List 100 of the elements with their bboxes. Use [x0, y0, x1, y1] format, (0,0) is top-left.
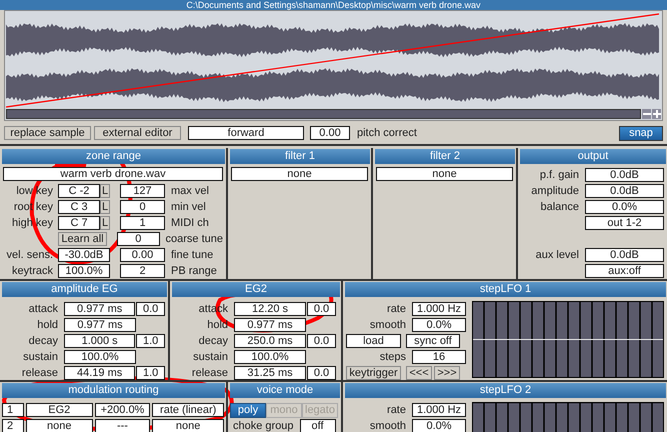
- value-field[interactable]: 0: [117, 232, 160, 246]
- value-field[interactable]: 1.000 Hz: [412, 302, 466, 316]
- value-field[interactable]: 0.0%: [585, 200, 664, 214]
- source-field[interactable]: EG2: [26, 403, 93, 417]
- playback-mode-field[interactable]: forward: [188, 126, 304, 140]
- learn-all-button[interactable]: Learn all: [58, 232, 108, 246]
- value-field[interactable]: C -2: [58, 184, 100, 198]
- pitch-label: pitch correct: [357, 127, 417, 139]
- keytrigger-button[interactable]: keytrigger: [346, 366, 401, 380]
- pitch-field[interactable]: 0.00: [310, 126, 350, 140]
- curve-field[interactable]: 1.0: [136, 334, 165, 348]
- value-field[interactable]: aux:off: [585, 264, 664, 278]
- field-label: hold: [36, 319, 58, 331]
- field-label: coarse tune: [166, 233, 223, 245]
- field-label: fine tune: [171, 249, 214, 261]
- slot-number: 2: [2, 419, 24, 432]
- zoom-out-button[interactable]: [642, 109, 651, 119]
- step-sequence-drawing[interactable]: [472, 301, 664, 378]
- panel-header: output: [520, 149, 666, 164]
- value-field[interactable]: 1.000 s: [64, 334, 136, 348]
- value-field[interactable]: 0.0dB: [585, 168, 664, 182]
- curve-field[interactable]: 0.0: [136, 302, 165, 316]
- destination-field[interactable]: rate (linear): [152, 403, 224, 417]
- field-label: MIDI ch: [171, 217, 209, 229]
- curve-field[interactable]: 0.0: [307, 366, 336, 380]
- field-label: release: [190, 367, 228, 379]
- field-label: high key: [11, 217, 53, 229]
- field-label: decay: [28, 335, 58, 347]
- value-field[interactable]: 1.000 Hz: [412, 403, 466, 417]
- value-field[interactable]: 12.20 s: [234, 302, 306, 316]
- destination-field[interactable]: none: [152, 419, 224, 432]
- sync-button[interactable]: sync off: [406, 334, 460, 348]
- plus-icon: [652, 110, 660, 118]
- panel-header: stepLFO 1: [345, 282, 666, 297]
- window-title: C:\Documents and Settings\shamann\Desktop\misc\warm verb drone.wav: [186, 0, 481, 10]
- value-field[interactable]: 0: [120, 200, 165, 214]
- amount-field[interactable]: +200.0%: [94, 403, 150, 417]
- snap-button[interactable]: snap: [619, 126, 663, 140]
- value-field[interactable]: 100.0%: [234, 350, 306, 364]
- field-label: smooth: [368, 319, 406, 331]
- curve-field[interactable]: 1.0: [136, 366, 165, 380]
- value-field[interactable]: off: [300, 419, 336, 432]
- value-field[interactable]: 1: [120, 216, 165, 230]
- value-field[interactable]: 0.977 ms: [234, 318, 306, 332]
- learn-button[interactable]: L: [100, 216, 110, 230]
- value-field[interactable]: 0.0%: [412, 318, 466, 332]
- voice-mode-tab[interactable]: poly: [230, 402, 266, 418]
- waveform-drawing[interactable]: [6, 12, 659, 108]
- zoom-in-button[interactable]: [652, 109, 661, 119]
- value-field[interactable]: 44.19 ms: [64, 366, 136, 380]
- value-field[interactable]: 100.0%: [64, 350, 136, 364]
- value-field[interactable]: 250.0 ms: [234, 334, 306, 348]
- value-field[interactable]: 0.0%: [412, 419, 466, 432]
- panel-header: zone range: [2, 149, 225, 164]
- field-label: balance: [539, 201, 579, 213]
- panel-header: filter 2: [375, 149, 515, 164]
- value-field[interactable]: 127: [120, 184, 165, 198]
- field-label: min vel: [171, 201, 206, 213]
- value-field[interactable]: 100.0%: [58, 264, 110, 278]
- field-label: p.f. gain: [538, 169, 579, 181]
- amount-field[interactable]: ---: [94, 419, 150, 432]
- value-field[interactable]: out 1-2: [585, 216, 664, 230]
- field-label: rate: [386, 404, 406, 416]
- value-field[interactable]: -30.0dB: [58, 248, 110, 262]
- filter-type-field[interactable]: none: [231, 167, 368, 181]
- value-field[interactable]: 0.00: [120, 248, 165, 262]
- value-field[interactable]: 0.977 ms: [64, 302, 136, 316]
- field-label: decay: [198, 335, 228, 347]
- toolbar-button[interactable]: external editor: [94, 126, 181, 140]
- scrollbar[interactable]: [6, 109, 641, 119]
- learn-button[interactable]: L: [100, 200, 110, 214]
- value-field[interactable]: 0.977 ms: [64, 318, 136, 332]
- curve-field[interactable]: 0.0: [307, 302, 336, 316]
- sample-name-field[interactable]: warm verb drone.wav: [3, 167, 223, 181]
- field-label: smooth: [368, 420, 406, 432]
- value-field[interactable]: 0.0dB: [585, 248, 664, 262]
- previous-button[interactable]: <<<: [406, 366, 432, 380]
- next-button[interactable]: >>>: [434, 366, 460, 380]
- toolbar-button[interactable]: replace sample: [4, 126, 91, 140]
- value-field[interactable]: 31.25 ms: [234, 366, 306, 380]
- field-label: aux level: [534, 249, 579, 261]
- field-label: hold: [206, 319, 228, 331]
- field-label: attack: [28, 303, 58, 315]
- field-label: low key: [15, 185, 53, 197]
- minus-icon: [642, 110, 650, 118]
- load-button[interactable]: load: [346, 334, 401, 348]
- learn-button[interactable]: L: [100, 184, 110, 198]
- value-field[interactable]: C 7: [58, 216, 100, 230]
- curve-field[interactable]: 0.0: [307, 334, 336, 348]
- filter-type-field[interactable]: none: [376, 167, 513, 181]
- field-label: sustain: [192, 351, 228, 363]
- field-label: PB range: [171, 265, 217, 277]
- value-field[interactable]: 2: [120, 264, 165, 278]
- field-label: keytrack: [11, 265, 53, 277]
- value-field[interactable]: C 3: [58, 200, 100, 214]
- value-field[interactable]: 16: [412, 350, 466, 364]
- field-label: choke group: [233, 420, 294, 432]
- value-field[interactable]: 0.0dB: [585, 184, 664, 198]
- source-field[interactable]: none: [26, 419, 93, 432]
- field-label: vel. sens.: [6, 249, 53, 261]
